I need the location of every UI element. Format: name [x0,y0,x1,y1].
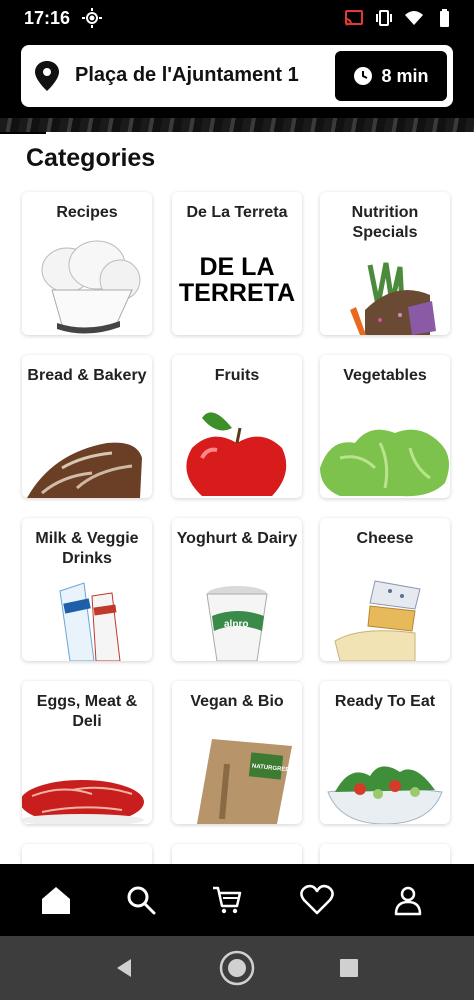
system-recents-button[interactable] [331,950,367,986]
wifi-icon [404,8,424,28]
nav-favorites[interactable] [297,880,337,920]
system-back-button[interactable] [106,950,142,986]
home-icon [42,887,70,914]
brightness-icon [82,8,102,28]
lettuce-image [320,429,449,497]
nav-home[interactable] [36,880,76,920]
home-circle-icon [219,950,255,986]
clock-icon [354,67,373,85]
profile-icon [394,886,422,916]
salad-bowl-image [327,766,443,824]
ham-image [22,780,144,824]
status-bar: 17:16 [0,0,474,36]
category-card-bread-bakery[interactable]: Bread & Bakery [22,355,152,498]
search-icon [127,886,156,915]
heart-icon [300,884,334,915]
bottom-navigation [0,864,474,936]
milk-cartons-image [59,582,121,661]
category-label: Cheese [356,530,414,547]
svg-text:alpro: alpro [224,619,248,630]
main-content[interactable]: Categories Recipes De La Terreta DE LA T… [0,132,474,864]
category-card-vegan-bio[interactable]: Vegan & Bio NATURGREEN [172,681,302,824]
category-label: Recipes [56,204,118,221]
category-label: Vegan & Bio [190,693,284,710]
cast-icon [344,8,364,28]
cart-icon [213,886,242,914]
category-card-de-la-terreta[interactable]: De La Terreta DE LA TERRETA [172,192,302,335]
category-card-milk-veggie-drinks[interactable]: Milk & Veggie Drinks [22,518,152,661]
category-card-eggs-meat-deli[interactable]: Eggs, Meat & Deli [22,681,152,824]
header-texture [0,118,474,132]
delivery-time-button[interactable]: 8 min [335,51,447,101]
yoghurt-image: alpro [206,586,268,661]
status-time: 17:16 [24,8,71,28]
category-card-partial[interactable] [320,844,450,864]
superfood-image [350,262,436,335]
category-label: Fruits [214,367,260,384]
system-home-button[interactable] [219,950,255,986]
recents-square-icon [340,959,358,977]
back-triangle-icon [117,959,131,977]
delivery-time: 8 min [381,65,429,86]
category-card-recipes[interactable]: Recipes [22,192,152,335]
category-card-vegetables[interactable]: Vegetables [320,355,450,498]
vibrate-icon [374,8,394,28]
location-pin-icon [35,61,59,91]
category-card-yoghurt-dairy[interactable]: Yoghurt & Dairy alpro [172,518,302,661]
category-label: Bread & Bakery [27,367,147,384]
category-card-partial[interactable] [172,844,302,864]
nav-profile[interactable] [388,880,428,920]
system-navigation-bar [0,936,474,1000]
header-edge [0,132,46,134]
page-title: Categories [26,144,156,172]
category-card-fruits[interactable]: Fruits [172,355,302,498]
apple-image [186,412,287,496]
cheese-image [334,580,421,661]
chef-hat-image [41,240,141,334]
nav-cart[interactable] [207,880,247,920]
category-card-cheese[interactable]: Cheese [320,518,450,661]
nav-search[interactable] [121,880,161,920]
de-la-terreta-logo: DE LA TERRETA [178,253,296,307]
category-card-ready-to-eat[interactable]: Ready To Eat [320,681,450,824]
address-selector[interactable]: Plaça de l'Ajuntament 1 8 min [21,45,453,107]
vegan-bag-image: NATURGREEN [197,739,294,824]
category-label: Ready To Eat [334,693,436,710]
category-card-partial[interactable] [22,844,152,864]
category-label: Vegetables [343,367,427,384]
category-label: De La Terreta [186,204,288,221]
bread-image [27,442,142,498]
category-card-nutrition-specials[interactable]: Nutrition Specials [320,192,450,335]
delivery-address: Plaça de l'Ajuntament 1 [75,64,299,86]
category-label: Yoghurt & Dairy [176,530,298,547]
battery-icon [434,8,454,28]
